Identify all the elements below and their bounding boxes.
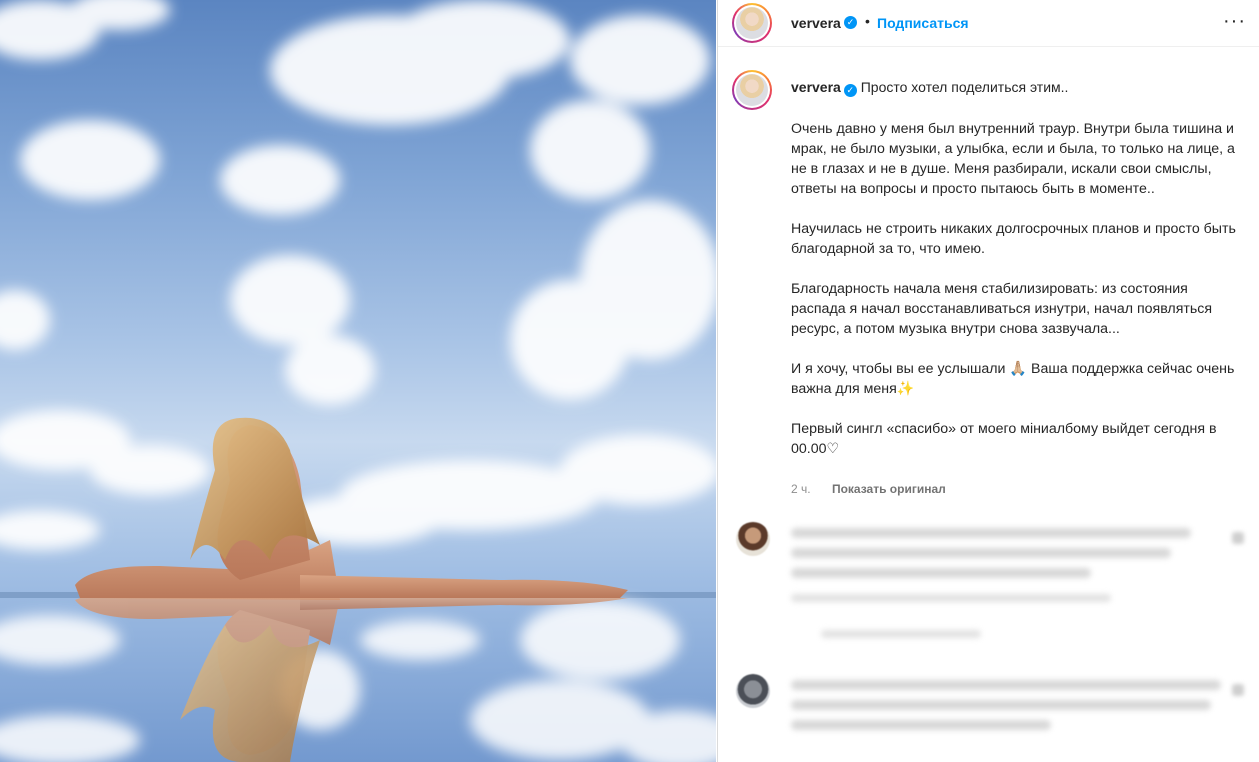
- post-timestamp[interactable]: 2 ч.: [791, 482, 811, 496]
- author-username[interactable]: ververa: [791, 15, 841, 31]
- show-original-button[interactable]: Показать оригинал: [832, 482, 946, 496]
- caption-paragraph: Научилась не строить никаких долгосрочны…: [791, 221, 1236, 257]
- comment-item: [736, 522, 1252, 642]
- caption-paragraph: Очень давно у меня был внутренний траур.…: [791, 121, 1235, 197]
- caption-first-line: Просто хотел поделиться этим..: [860, 79, 1069, 95]
- caption-paragraph: И я хочу, чтобы вы ее услышали 🙏🏼 Ваша п…: [791, 361, 1235, 397]
- caption-meta: 2 ч. Показать оригинал: [791, 482, 946, 496]
- more-options-icon[interactable]: ···: [1223, 10, 1246, 33]
- author-avatar[interactable]: [732, 3, 772, 43]
- caption-username[interactable]: ververa: [791, 79, 841, 95]
- separator-dot: •: [865, 13, 870, 29]
- caption-paragraph: Первый сингл «спасибо» от моего міниалбо…: [791, 421, 1217, 457]
- caption-text: Очень давно у меня был внутренний траур.…: [791, 119, 1241, 479]
- post-side-panel: ververa ✓ • Подписаться ··· ververa ✓ Про…: [717, 0, 1259, 762]
- verified-badge-icon: ✓: [844, 16, 857, 29]
- commenter-avatar[interactable]: [736, 522, 770, 556]
- post-header: ververa ✓ • Подписаться ···: [718, 0, 1259, 47]
- caption-header: ververa ✓ Просто хотел поделиться этим..: [791, 78, 1068, 97]
- comments-area: ververa ✓ Просто хотел поделиться этим.. …: [718, 48, 1259, 762]
- sky-reflection-photo: [0, 0, 716, 762]
- commenter-avatar[interactable]: [736, 674, 770, 708]
- caption-author-avatar[interactable]: [732, 70, 772, 110]
- comment-item: [736, 674, 1252, 754]
- follow-button[interactable]: Подписаться: [877, 15, 969, 31]
- post-image[interactable]: [0, 0, 716, 762]
- caption-paragraph: Благодарность начала меня стабилизироват…: [791, 281, 1213, 337]
- verified-badge-icon: ✓: [843, 84, 857, 97]
